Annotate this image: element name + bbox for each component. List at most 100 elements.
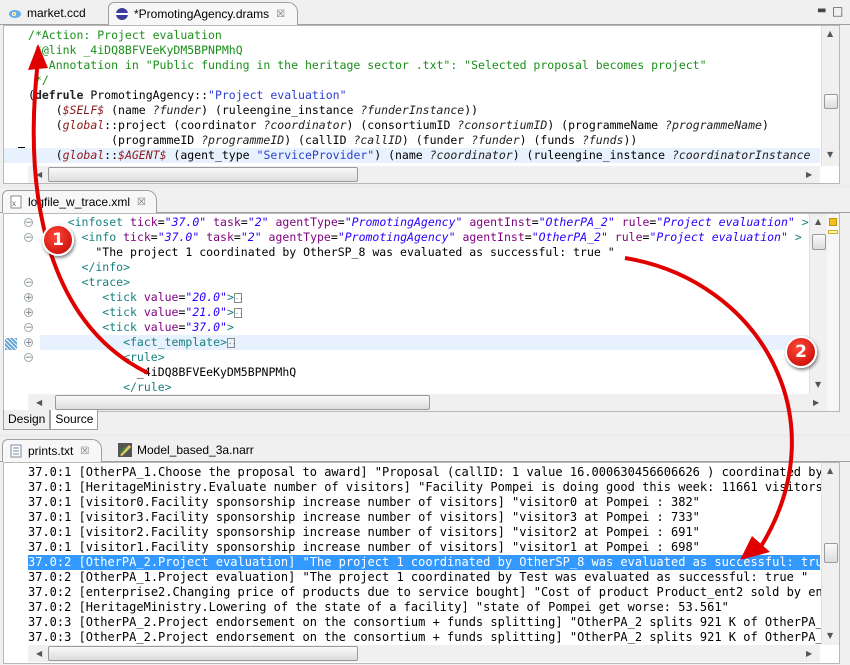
expand-fold-icon[interactable]: + xyxy=(24,308,33,318)
editor-mode-tabs: Design Source xyxy=(3,410,99,430)
expand-fold-icon[interactable]: + xyxy=(24,293,33,303)
folded-content-icon[interactable]: .. xyxy=(226,337,236,348)
log-line[interactable]: 37.0:1 [visitor0.Facility sponsorship in… xyxy=(28,495,820,510)
xml-line[interactable]: <infoset tick="37.0" task="2" agentType=… xyxy=(40,215,818,230)
scroll-up-icon[interactable]: ▲ xyxy=(815,217,821,226)
xml-line[interactable]: _4iDQ8BFVEeKyDM5BPNPMhQ xyxy=(40,365,818,380)
code-line[interactable]: * Annotation in "Public funding in the h… xyxy=(28,58,820,73)
code-line[interactable]: (programmeID ?programmeID) (callID ?call… xyxy=(28,133,820,148)
scroll-right-icon[interactable]: ▶ xyxy=(813,398,819,407)
occurrence-marker[interactable] xyxy=(828,230,838,234)
code-token: </rule> xyxy=(40,380,172,394)
tab-model-narr[interactable]: Model_based_3a.narr xyxy=(112,439,260,461)
code-line[interactable]: /*Action: Project evaluation xyxy=(28,28,820,43)
scroll-left-icon[interactable]: ◀ xyxy=(36,649,42,658)
xml-line[interactable]: <fact_template>.. xyxy=(40,335,818,350)
scroll-thumb[interactable] xyxy=(812,234,826,250)
code-line[interactable]: (global::$AGENT$ (agent_type "ServicePro… xyxy=(4,148,820,163)
log-line[interactable]: 37.0:2 [OtherPA_1.Project evaluation] "T… xyxy=(28,570,820,585)
drams-editor[interactable]: /*Action: Project evaluation *@link _4iD… xyxy=(3,25,840,184)
prints-text-editor[interactable]: 37.0:1 [OtherPA_1.Choose the proposal to… xyxy=(3,462,840,664)
tab-source[interactable]: Source xyxy=(50,410,99,430)
xml-line[interactable]: <trace> xyxy=(40,275,818,290)
eclipse-file-icon xyxy=(115,7,129,21)
scroll-left-icon[interactable]: ◀ xyxy=(36,398,42,407)
tab-logfile-xml[interactable]: x logfile_w_trace.xml ☒ xyxy=(2,190,157,213)
warning-marker[interactable] xyxy=(829,218,837,226)
collapse-fold-icon[interactable]: − xyxy=(24,353,33,363)
code-token: *@link _4iDQ8BFVEeKyDM5BPNPMhQ xyxy=(28,43,243,57)
horizontal-scrollbar[interactable]: ◀ ▶ xyxy=(28,645,820,662)
prints-text[interactable]: 37.0:1 [OtherPA_1.Choose the proposal to… xyxy=(28,465,839,645)
log-line[interactable]: 37.0:1 [OtherPA_1.Choose the proposal to… xyxy=(28,465,839,480)
close-tab-icon[interactable]: ☒ xyxy=(137,197,146,208)
log-line[interactable]: 37.0:1 [visitor1.Facility sponsorship in… xyxy=(28,540,820,555)
scroll-thumb[interactable] xyxy=(824,543,838,563)
log-line[interactable]: 37.0:2 [OtherPA_2.Project evaluation] "T… xyxy=(28,555,839,570)
log-line[interactable]: 37.0:2 [HeritageMinistry.Lowering of the… xyxy=(28,600,820,615)
scroll-right-icon[interactable]: ▶ xyxy=(806,170,812,179)
log-line[interactable]: 37.0:1 [HeritageMinistry.Evaluate number… xyxy=(28,480,830,495)
vertical-scrollbar[interactable]: ▲ ▼ xyxy=(809,214,827,394)
scroll-down-icon[interactable]: ▼ xyxy=(827,150,833,159)
xml-line[interactable]: </info> xyxy=(40,260,818,275)
scroll-up-icon[interactable]: ▲ xyxy=(827,466,833,475)
collapse-fold-icon[interactable]: − xyxy=(24,278,33,288)
close-tab-icon[interactable]: ☒ xyxy=(276,9,285,20)
text-file-icon xyxy=(9,444,23,458)
code-line[interactable]: */ xyxy=(28,73,820,88)
expand-fold-icon[interactable]: + xyxy=(24,338,33,348)
tab-promoting-agency-drams[interactable]: *PromotingAgency.drams ☒ xyxy=(108,2,298,25)
line-text: 37.0:1 [visitor3.Facility sponsorship in… xyxy=(28,510,700,524)
minimize-icon[interactable]: ▬ xyxy=(817,5,826,16)
tab-design[interactable]: Design xyxy=(3,410,51,430)
collapse-fold-icon[interactable]: − xyxy=(24,323,33,333)
xml-line[interactable]: "The project 1 coordinated by OtherSP_8 … xyxy=(40,245,818,260)
vertical-scrollbar[interactable]: ▲ ▼ xyxy=(821,463,839,645)
xml-line[interactable]: <tick value="37.0"> xyxy=(40,320,818,335)
log-line[interactable]: 37.0:3 [OtherPA_2.Project endorsement on… xyxy=(28,615,839,630)
scroll-thumb[interactable] xyxy=(48,167,358,182)
code-line[interactable]: (global::project (coordinator ?coordinat… xyxy=(28,118,820,133)
scroll-thumb[interactable] xyxy=(55,395,430,410)
tab-market-ccd[interactable]: market.ccd xyxy=(2,2,92,24)
log-line[interactable]: 37.0:1 [visitor3.Facility sponsorship in… xyxy=(28,510,820,525)
overview-ruler[interactable] xyxy=(827,214,839,411)
drams-code[interactable]: /*Action: Project evaluation *@link _4iD… xyxy=(4,28,820,163)
folded-content-icon[interactable]: .. xyxy=(233,292,243,303)
maximize-icon[interactable]: □ xyxy=(832,4,843,18)
close-tab-icon[interactable]: ☒ xyxy=(80,446,89,457)
scroll-thumb[interactable] xyxy=(48,646,358,661)
xml-line[interactable]: <tick value="21.0">.. xyxy=(40,305,818,320)
collapse-fold-icon[interactable]: − xyxy=(24,218,33,228)
folded-content-icon[interactable]: .. xyxy=(233,307,243,318)
scroll-down-icon[interactable]: ▼ xyxy=(815,380,821,389)
code-line[interactable]: (defrule PromotingAgency::"Project evalu… xyxy=(28,88,820,103)
code-token: )) xyxy=(623,133,638,147)
code-token: ) (consortiumID xyxy=(346,118,458,132)
code-token: ::project (coordinator xyxy=(104,118,264,132)
tab-prints-txt[interactable]: prints.txt ☒ xyxy=(2,439,102,462)
collapse-fold-icon[interactable]: − xyxy=(24,233,33,243)
vertical-scrollbar[interactable]: ▲ ▼ xyxy=(821,26,839,166)
scroll-left-icon[interactable]: ◀ xyxy=(36,170,42,179)
xml-line[interactable]: <tick value="20.0">.. xyxy=(40,290,818,305)
xml-line[interactable]: <rule> xyxy=(40,350,818,365)
xml-code[interactable]: <infoset tick="37.0" task="2" agentType=… xyxy=(40,215,818,395)
horizontal-scrollbar[interactable]: ◀ ▶ xyxy=(28,166,820,183)
scroll-down-icon[interactable]: ▼ xyxy=(827,631,833,640)
xml-line[interactable]: </rule> xyxy=(40,380,818,395)
code-token: "PromotingAgency" xyxy=(337,230,456,244)
scroll-up-icon[interactable]: ▲ xyxy=(827,29,833,38)
scroll-right-icon[interactable]: ▶ xyxy=(806,649,812,658)
horizontal-scrollbar[interactable]: ◀ ▶ xyxy=(28,394,827,411)
code-line[interactable]: *@link _4iDQ8BFVEeKyDM5BPNPMhQ xyxy=(28,43,820,58)
xml-line[interactable]: <info tick="37.0" task="2" agentType="Pr… xyxy=(40,230,818,245)
code-line[interactable]: ($SELF$ (name ?funder) (ruleengine_insta… xyxy=(28,103,820,118)
log-line[interactable]: 37.0:1 [visitor2.Facility sponsorship in… xyxy=(28,525,820,540)
scroll-thumb[interactable] xyxy=(824,94,838,109)
xml-source-editor[interactable]: − − − + + − + − <infoset tick="37.0" task="2" a… xyxy=(3,213,840,412)
code-token: "37.0" xyxy=(185,320,227,334)
log-line[interactable]: 37.0:2 [enterprise2.Changing price of pr… xyxy=(28,585,839,600)
log-line[interactable]: 37.0:3 [OtherPA_2.Project endorsement on… xyxy=(28,630,839,645)
